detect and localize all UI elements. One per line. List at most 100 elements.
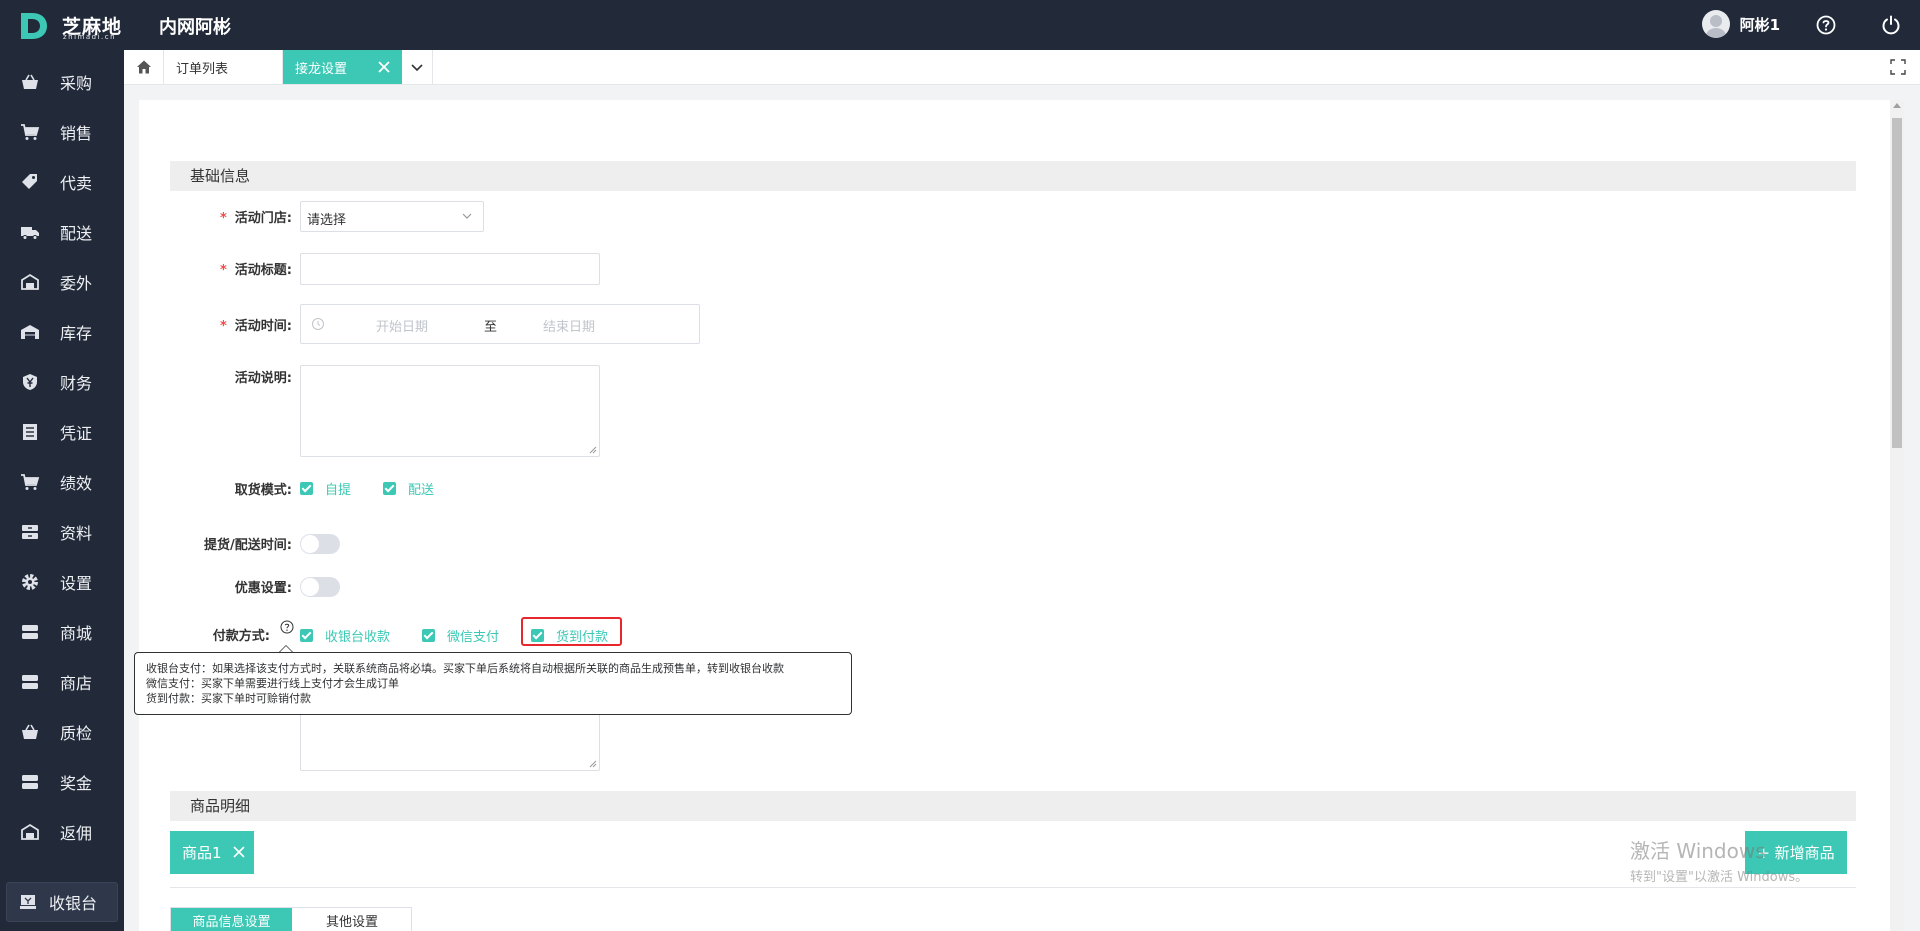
sidebar-item-mall[interactable]: 商城	[0, 610, 124, 654]
range-separator: 至	[484, 320, 498, 335]
basket-icon	[22, 74, 38, 89]
checkbox-label[interactable]: 收银台收款	[325, 626, 390, 645]
truck-icon	[21, 227, 39, 240]
clock-icon	[312, 318, 324, 330]
sidebar-item-purchase[interactable]: 采购	[0, 60, 124, 104]
close-icon[interactable]	[376, 59, 392, 75]
gear-icon	[22, 574, 38, 590]
sidebar-item-voucher[interactable]: 凭证	[0, 410, 124, 454]
discount-switch[interactable]	[300, 577, 340, 597]
end-date-input[interactable]: 结束日期	[543, 316, 595, 335]
divider	[170, 887, 1856, 888]
delivery-time-label: 提货/配送时间:	[204, 538, 292, 553]
time-field-label: * 活动时间:	[219, 319, 292, 334]
sidebar-item-delivery[interactable]: 配送	[0, 210, 124, 254]
required-mark: *	[219, 263, 227, 278]
sidebar-item-label: 销售	[60, 124, 93, 143]
cart-icon	[21, 474, 40, 490]
tab-more-button[interactable]	[402, 50, 433, 84]
checkbox-self-pickup[interactable]	[300, 482, 313, 495]
tab-solitaire-settings[interactable]: 接龙设置	[283, 50, 402, 84]
help-circle-icon[interactable]	[1815, 14, 1837, 36]
title-field-label: * 活动标题:	[219, 263, 292, 278]
store-select[interactable]: 请选择	[300, 201, 484, 232]
sidebar-item-label: 配送	[60, 224, 93, 243]
archive-icon	[22, 525, 38, 539]
section-basic-info: 基础信息	[170, 161, 1856, 191]
sidebar-item-finance[interactable]: 财务	[0, 360, 124, 404]
store-select-value: 请选择	[307, 213, 347, 228]
delivery-time-switch[interactable]	[300, 534, 340, 554]
description-textarea[interactable]	[300, 365, 600, 457]
checkbox-label[interactable]: 配送	[408, 479, 434, 498]
logo-icon	[21, 13, 47, 39]
section-product-details: 商品明细	[170, 791, 1856, 821]
avatar[interactable]	[1701, 10, 1730, 38]
sidebar: 采购 销售 代卖 配送 委外 库存 财务 凭证 绩效 资料 设置 商城 商店 质…	[0, 50, 124, 931]
cashier-label: 收银台	[49, 894, 98, 913]
tab-home[interactable]	[124, 50, 164, 84]
power-icon[interactable]	[1880, 14, 1902, 36]
sidebar-item-label: 代卖	[60, 174, 93, 193]
subtab-product-info[interactable]: 商品信息设置	[171, 908, 292, 931]
sidebar-item-quality[interactable]: 质检	[0, 710, 124, 754]
sidebar-item-label: 设置	[60, 574, 93, 593]
payment-method-label: 付款方式:	[212, 629, 270, 644]
checkbox-cashier-payment[interactable]	[300, 629, 313, 642]
subtab-other-settings[interactable]: 其他设置	[292, 908, 412, 931]
sidebar-item-outsource[interactable]: 委外	[0, 260, 124, 304]
resize-grip-icon[interactable]	[589, 446, 597, 454]
checkbox-label[interactable]: 自提	[325, 479, 351, 498]
sidebar-item-performance[interactable]: 绩效	[0, 460, 124, 504]
close-icon[interactable]	[232, 845, 246, 859]
payment-help-tooltip: 收银台支付：如果选择该支付方式时，关联系统商品将必填。买家下单后系统将自动根据所…	[134, 652, 852, 715]
title-input[interactable]	[300, 253, 600, 285]
checkbox-delivery[interactable]	[383, 482, 397, 495]
chevron-down-icon	[462, 213, 472, 219]
store-icon	[22, 625, 38, 639]
sidebar-item-inventory[interactable]: 库存	[0, 310, 124, 354]
sidebar-item-sales[interactable]: 销售	[0, 110, 124, 154]
home-icon	[136, 60, 151, 74]
sidebar-item-commission[interactable]: 返佣	[0, 810, 124, 854]
sidebar-item-bonus[interactable]: 奖金	[0, 760, 124, 804]
tooltip-arrow	[279, 645, 293, 652]
cashier-icon	[20, 895, 36, 909]
sidebar-item-consign[interactable]: 代卖	[0, 160, 124, 204]
product-tab[interactable]: 商品1	[170, 831, 254, 874]
tab-bar: 订单列表 接龙设置	[124, 50, 1920, 85]
user-menu[interactable]: 阿彬1	[1701, 10, 1780, 38]
start-date-input[interactable]: 开始日期	[376, 316, 428, 335]
add-product-button[interactable]: + 新增商品	[1745, 831, 1847, 874]
sidebar-item-label: 资料	[60, 524, 93, 543]
pickup-mode-label: 取货模式:	[234, 483, 292, 498]
sidebar-item-shop[interactable]: 商店	[0, 660, 124, 704]
checkbox-label[interactable]: 微信支付	[447, 626, 499, 645]
resize-grip-icon[interactable]	[589, 760, 597, 768]
sidebar-item-settings[interactable]: 设置	[0, 560, 124, 604]
top-header: 芝麻地 zhimadi.cn 内网阿彬 阿彬1	[0, 0, 1920, 50]
question-circle-icon[interactable]	[280, 620, 294, 634]
fullscreen-icon[interactable]	[1890, 59, 1906, 75]
tooltip-line: 货到付款：买家下单时可赊销付款	[146, 692, 311, 705]
cashier-button[interactable]: 收银台	[6, 882, 118, 922]
sidebar-item-label: 商城	[60, 624, 93, 643]
date-range-picker[interactable]: 开始日期 至 结束日期	[300, 304, 700, 344]
chevron-down-icon	[411, 64, 423, 72]
sidebar-item-label: 委外	[60, 274, 93, 293]
tag-icon	[22, 174, 37, 189]
basket-icon	[22, 724, 38, 739]
scrollbar-thumb[interactable]	[1892, 118, 1902, 448]
logo-subtext: zhimadi.cn	[63, 33, 117, 41]
username[interactable]: 阿彬1	[1740, 14, 1780, 35]
tooltip-line: 收银台支付：如果选择该支付方式时，关联系统商品将必填。买家下单后系统将自动根据所…	[146, 662, 784, 675]
tooltip-line: 微信支付：买家下单需要进行线上支付才会生成订单	[146, 677, 399, 690]
product-subtabs: 商品信息设置 其他设置	[170, 907, 412, 931]
tab-order-list[interactable]: 订单列表	[164, 50, 283, 84]
sidebar-item-label: 质检	[60, 724, 93, 743]
cart-icon	[21, 124, 40, 140]
scroll-up-arrow[interactable]	[1893, 103, 1901, 108]
checkbox-wechat-pay[interactable]	[422, 629, 436, 642]
building-icon	[21, 823, 39, 840]
sidebar-item-data[interactable]: 资料	[0, 510, 124, 554]
